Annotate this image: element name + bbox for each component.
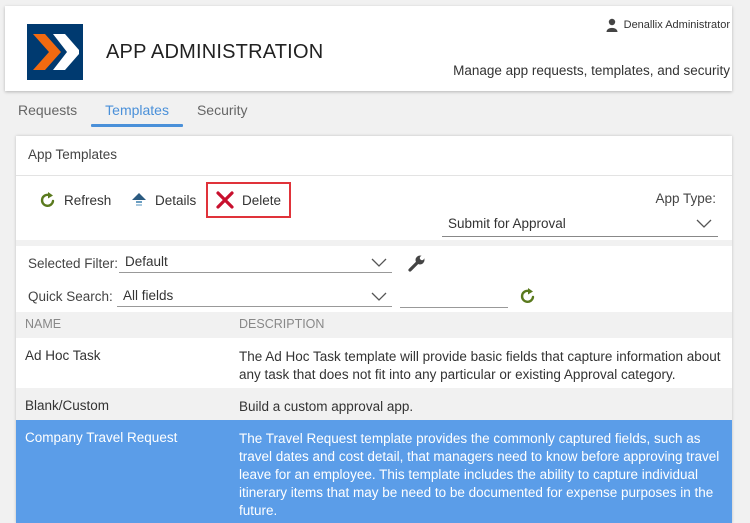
- refresh-button[interactable]: Refresh: [40, 192, 111, 208]
- delete-x-icon: [216, 191, 234, 209]
- details-button[interactable]: Details: [131, 192, 196, 208]
- quick-search-input[interactable]: [400, 286, 508, 308]
- refresh-label: Refresh: [64, 192, 112, 208]
- quick-search-field-value: All fields: [123, 288, 174, 303]
- app-logo: [27, 24, 83, 80]
- user-icon: [606, 18, 618, 32]
- section-divider: [16, 240, 732, 246]
- refresh-icon: [40, 192, 55, 207]
- app-type-label: App Type:: [655, 191, 716, 206]
- search-refresh-icon[interactable]: [520, 288, 536, 304]
- details-label: Details: [155, 192, 197, 208]
- tab-requests[interactable]: Requests: [18, 102, 77, 126]
- app-type-value: Submit for Approval: [448, 216, 566, 231]
- delete-label: Delete: [242, 192, 282, 208]
- row-name: Ad Hoc Task: [25, 348, 101, 363]
- user-name: Denallix Administrator: [623, 19, 730, 31]
- app-header: APP ADMINISTRATION Denallix Administrato…: [5, 6, 732, 91]
- x-logo-icon: [33, 34, 79, 70]
- app-templates-panel: App Templates Refresh Details Delete App…: [16, 136, 732, 523]
- row-name: Company Travel Request: [25, 430, 178, 445]
- user-menu[interactable]: Denallix Administrator: [606, 18, 730, 32]
- selected-filter-select[interactable]: Default: [119, 251, 392, 273]
- wrench-icon[interactable]: [408, 254, 426, 272]
- chevron-down-icon[interactable]: [366, 285, 392, 307]
- tab-templates[interactable]: Templates: [91, 102, 183, 127]
- panel-title: App Templates: [16, 136, 732, 176]
- chevron-down-icon[interactable]: [690, 210, 718, 237]
- tab-security[interactable]: Security: [197, 102, 248, 126]
- chevron-down-icon[interactable]: [366, 251, 392, 273]
- row-description: The Travel Request template provides the…: [239, 431, 720, 518]
- row-name: Blank/Custom: [25, 398, 110, 413]
- app-title: APP ADMINISTRATION: [106, 41, 324, 63]
- app-subtitle: Manage app requests, templates, and secu…: [453, 63, 730, 78]
- table-header: NAME DESCRIPTION: [16, 312, 732, 338]
- selected-filter-value: Default: [125, 254, 168, 269]
- quick-search-field-select[interactable]: All fields: [117, 285, 392, 307]
- delete-button[interactable]: Delete: [206, 182, 292, 218]
- column-header-name[interactable]: NAME: [25, 317, 61, 331]
- app-type-select[interactable]: Submit for Approval: [442, 210, 718, 237]
- quick-search-label: Quick Search:: [28, 289, 113, 304]
- table-row[interactable]: Ad Hoc Task The Ad Hoc Task template wil…: [16, 338, 732, 388]
- column-header-description[interactable]: DESCRIPTION: [239, 317, 324, 331]
- row-description: Build a custom approval app.: [239, 399, 414, 414]
- selected-filter-label: Selected Filter:: [28, 256, 119, 271]
- details-arrow-up-icon: [132, 193, 146, 206]
- table-row-selected[interactable]: Company Travel Request The Travel Reques…: [16, 420, 732, 523]
- main-tabs: Requests Templates Security: [18, 102, 276, 127]
- table-row[interactable]: Blank/Custom Build a custom approval app…: [16, 388, 732, 420]
- row-description: The Ad Hoc Task template will provide ba…: [239, 349, 721, 382]
